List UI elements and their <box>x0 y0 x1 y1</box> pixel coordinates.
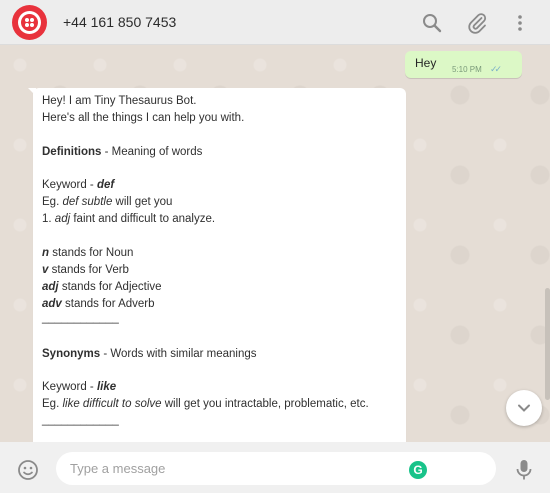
pos-n-text: stands for Noun <box>49 247 134 259</box>
twilio-logo-icon[interactable] <box>12 5 47 40</box>
intro-line-1: Hey! I am Tiny Thesaurus Bot. <box>42 95 197 107</box>
definitions-line: Definitions - Meaning of words <box>42 146 202 158</box>
message-placeholder: Type a message <box>70 461 166 476</box>
search-icon[interactable] <box>420 11 444 35</box>
def-result-prefix: 1. <box>42 213 55 225</box>
emoji-icon[interactable] <box>16 458 40 482</box>
def-result-pos: adj <box>54 213 71 225</box>
pos-v-text: stands for Verb <box>48 264 129 276</box>
scroll-down-button[interactable] <box>506 390 542 426</box>
chevron-down-icon <box>518 404 530 412</box>
pos-adj: adj <box>42 281 59 293</box>
synonyms-desc: - Words with similar meanings <box>100 348 257 360</box>
synonyms-line: Synonyms - Words with similar meanings <box>42 348 257 360</box>
microphone-icon[interactable] <box>514 458 534 482</box>
read-receipt-icon: ✓✓ <box>490 64 502 74</box>
eg-prefix: Eg. <box>42 398 63 410</box>
def-result-line: 1. adj faint and difficult to analyze. <box>42 213 215 225</box>
incoming-message[interactable]: Hey! I am Tiny Thesaurus Bot. Here's all… <box>33 88 406 442</box>
pos-adv-text: stands for Adverb <box>61 298 155 310</box>
contact-name[interactable]: +44 161 850 7453 <box>63 14 176 30</box>
outgoing-message[interactable]: Hey 5:10 PM ✓✓ <box>405 51 522 78</box>
pos-n: n <box>42 247 50 259</box>
syn-example-suffix: will get you intractable, problematic, e… <box>161 398 369 410</box>
chat-header: +44 161 850 7453 <box>0 0 550 45</box>
chat-area[interactable]: Hey 5:10 PM ✓✓ Hey! I am Tiny Thesaurus … <box>0 45 550 442</box>
eg-prefix: Eg. <box>42 196 63 208</box>
message-time: 5:10 PM <box>452 65 482 74</box>
intro-line-2: Here's all the things I can help you wit… <box>42 112 245 124</box>
pos-verb-line: v stands for Verb <box>42 264 129 276</box>
keyword-label: Keyword - <box>42 179 97 191</box>
divider-1: ____________ <box>42 312 119 324</box>
pos-adj-text: stands for Adjective <box>58 281 162 293</box>
divider-2: ____________ <box>42 414 119 426</box>
def-example: def subtle <box>62 196 113 208</box>
pos-noun-line: n stands for Noun <box>42 247 133 259</box>
message-text: Hey <box>415 56 437 70</box>
message-input[interactable]: Type a message G <box>56 452 496 485</box>
def-result-text: faint and difficult to analyze. <box>70 213 216 225</box>
def-example-suffix: will get you <box>112 196 173 208</box>
syn-example: like difficult to solve <box>62 398 162 410</box>
attach-icon[interactable] <box>465 11 489 35</box>
pos-adj-line: adj stands for Adjective <box>42 281 162 293</box>
scrollbar[interactable] <box>545 288 550 400</box>
pos-adv: adv <box>42 298 62 310</box>
def-keyword-line: Keyword - def <box>42 179 114 191</box>
syn-keyword: like <box>96 381 117 393</box>
pos-adv-line: adv stands for Adverb <box>42 298 155 310</box>
syn-keyword-line: Keyword - like <box>42 381 116 393</box>
more-vert-icon[interactable] <box>508 11 532 35</box>
synonyms-title: Synonyms <box>42 348 101 360</box>
definitions-desc: - Meaning of words <box>101 146 203 158</box>
syn-example-line: Eg. like difficult to solve will get you… <box>42 398 369 410</box>
grammarly-icon[interactable]: G <box>409 461 427 479</box>
keyword-label: Keyword - <box>42 381 97 393</box>
def-example-line: Eg. def subtle will get you <box>42 196 172 208</box>
def-keyword: def <box>96 179 115 191</box>
compose-bar: Type a message G <box>0 442 550 493</box>
definitions-title: Definitions <box>42 146 102 158</box>
